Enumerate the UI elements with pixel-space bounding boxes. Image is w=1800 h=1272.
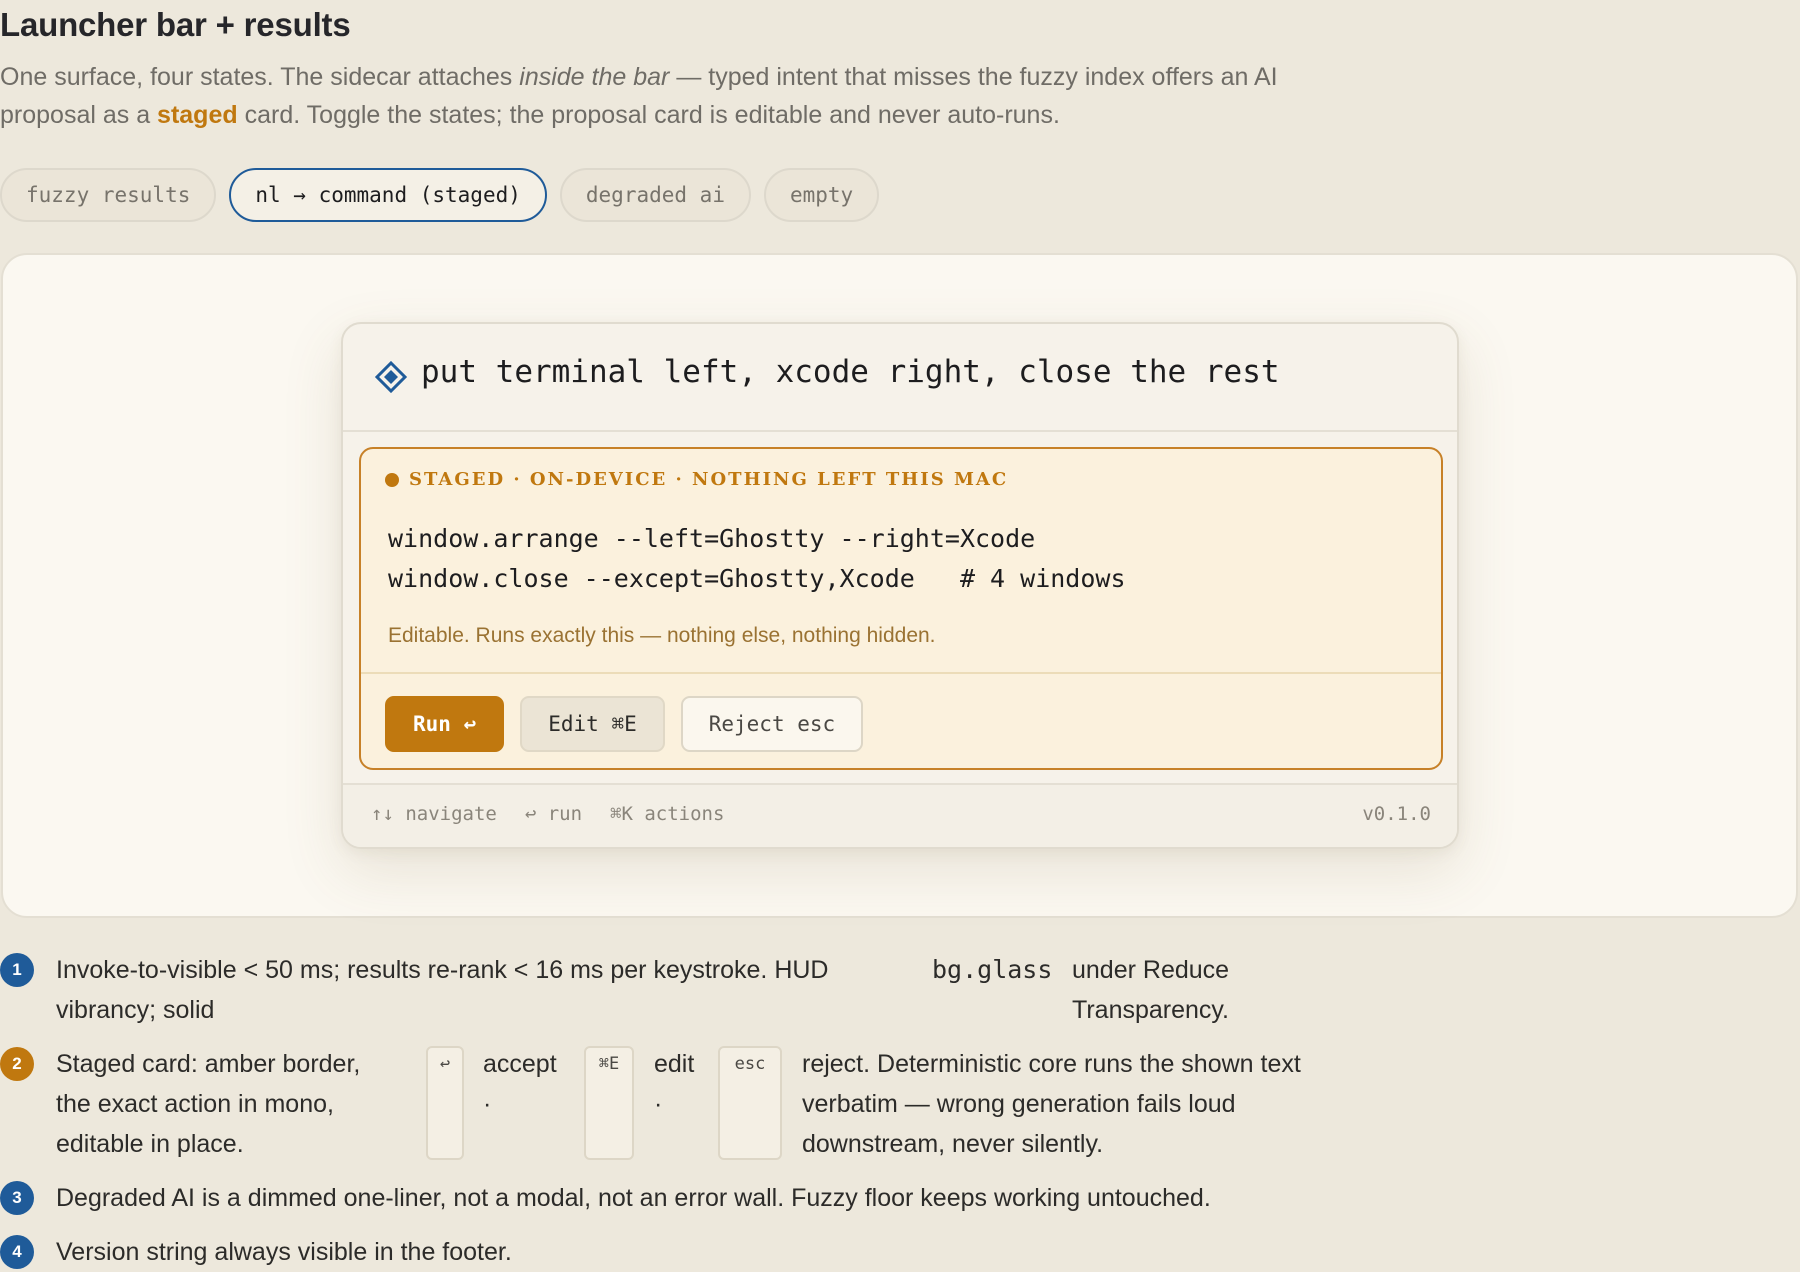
staged-proposal-card: STAGED · ON-DEVICE · NOTHING LEFT THIS M… (359, 447, 1443, 770)
query-row[interactable]: put terminal left, xcode right, close th… (343, 324, 1457, 432)
kbd-return: ↩ (426, 1046, 464, 1160)
launcher-bar: put terminal left, xcode right, close th… (341, 322, 1459, 849)
proposal-note: Editable. Runs exactly this — nothing el… (388, 624, 936, 647)
tab-nl-command-staged[interactable]: nl → command (staged) (229, 168, 547, 222)
note-2-edit: edit · (654, 1050, 695, 1118)
query-input[interactable]: put terminal left, xcode right, close th… (421, 354, 1280, 390)
note-2-text: Staged card: amber border, the exact act… (56, 1050, 361, 1158)
staged-badge: STAGED · ON-DEVICE · NOTHING LEFT THIS M… (385, 469, 1008, 490)
note-2-text-b: reject. Deterministic core runs the show… (802, 1050, 1301, 1158)
note-2-accept: accept · (483, 1050, 557, 1118)
card-actions: Run ↩ Edit ⌘E Reject esc (385, 696, 864, 752)
note-number-4: 4 (0, 1235, 34, 1269)
note-1-text-b: under Reduce Transparency. (1072, 956, 1230, 1024)
note-1-text: Invoke-to-visible < 50 ms; results re-ra… (56, 956, 829, 1024)
card-divider (361, 672, 1441, 674)
page-intro: One surface, four states. The sidecar at… (0, 63, 1278, 129)
hint-actions: ⌘K actions (610, 803, 725, 825)
hint-navigate: ↑↓ navigate (371, 803, 497, 825)
launcher-footer: ↑↓ navigate ↩ run ⌘K actions v0.1.0 (343, 783, 1457, 847)
diamond-icon (375, 361, 407, 393)
state-tabs: fuzzy results nl → command (staged) degr… (0, 168, 880, 222)
run-button[interactable]: Run ↩ (385, 696, 505, 752)
note-number-2: 2 (0, 1047, 34, 1081)
page-title: Launcher bar + results (0, 6, 351, 43)
tab-empty[interactable]: empty (763, 168, 880, 222)
keyboard-hints: ↑↓ navigate ↩ run ⌘K actions (371, 803, 724, 825)
tab-fuzzy-results[interactable]: fuzzy results (0, 168, 217, 222)
edit-button[interactable]: Edit ⌘E (520, 696, 665, 752)
kbd-cmd-e: ⌘E (584, 1046, 634, 1160)
kbd-esc: esc (718, 1046, 782, 1160)
tab-degraded-ai[interactable]: degraded ai (559, 168, 751, 222)
note-4-text: Version string always visible in the foo… (56, 1238, 512, 1266)
note-number-3: 3 (0, 1181, 34, 1215)
version-string: v0.1.0 (1362, 803, 1431, 825)
reject-button[interactable]: Reject esc (680, 696, 864, 752)
hint-run: ↩ run (524, 803, 583, 825)
proposal-code[interactable]: window.arrange --left=Ghostty --right=Xc… (388, 519, 1126, 599)
note-3-text: Degraded AI is a dimmed one-liner, not a… (56, 1184, 1211, 1212)
note-1-code: bg.glass (932, 955, 1053, 984)
note-number-1: 1 (0, 953, 34, 987)
status-dot-icon (385, 472, 399, 487)
